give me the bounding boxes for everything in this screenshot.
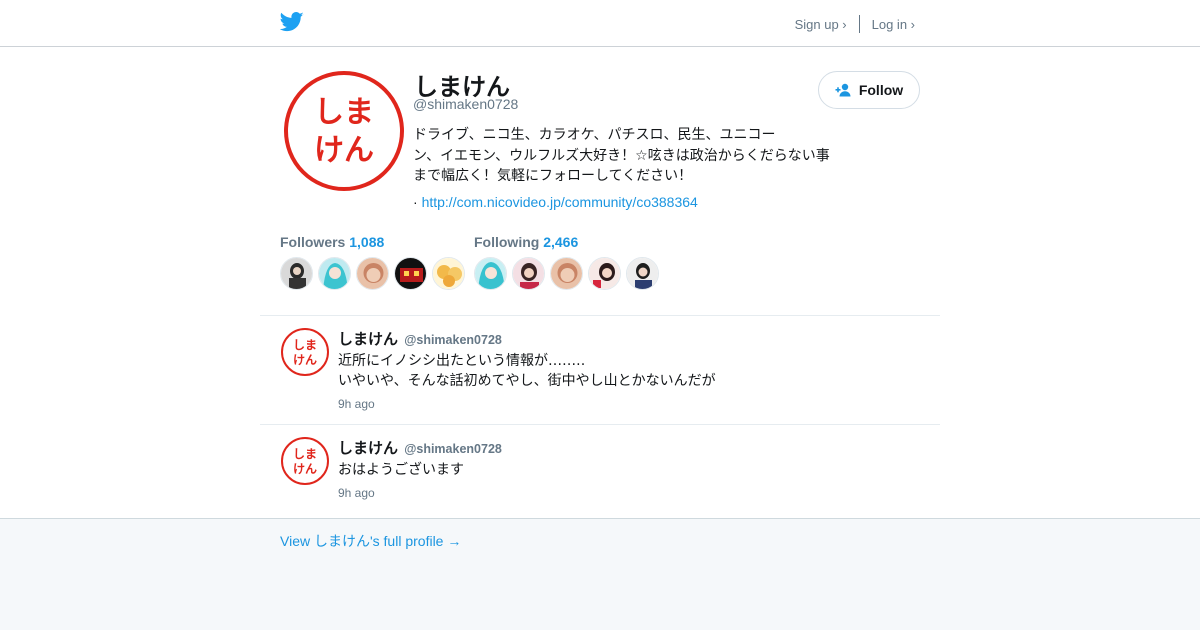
avatar-stamp-top: しま [314, 95, 374, 130]
footer: View しまけん's full profile → [0, 518, 1200, 630]
profile-avatar[interactable]: しま けん [283, 70, 405, 192]
tweet-divider [260, 424, 940, 425]
following-label: Following [474, 234, 540, 250]
top-bar: Sign up › Log in › [0, 0, 1200, 47]
avatar-stamp-bottom: けん [314, 133, 374, 168]
tweet-text: 近所にイノシシ出たという情報が‥‥‥‥ いやいや、そんな話初めてやし、街中やし山… [338, 350, 716, 390]
add-user-icon [835, 83, 851, 97]
tweet-author-name: しまけん [338, 440, 399, 457]
followers-avatars [280, 257, 470, 290]
bio-line: ン、イエモン、ウルフルズ大好き！☆呟きは政治からくだらない事 [413, 146, 830, 163]
following-count: 2,466 [543, 234, 579, 250]
following-avatar[interactable] [550, 257, 583, 290]
tweet-author[interactable]: しまけん @shimaken0728 [338, 437, 502, 458]
following-avatar[interactable] [512, 257, 545, 290]
signup-link[interactable]: Sign up › [795, 17, 847, 32]
svg-text:けん: けん [293, 462, 317, 476]
follower-avatar[interactable] [394, 257, 427, 290]
tweet-author-handle: @shimaken0728 [404, 333, 502, 347]
follow-label: Follow [858, 82, 904, 98]
tweet-author[interactable]: しまけん @shimaken0728 [338, 328, 502, 349]
profile-bio: ドライブ、ニコ生、カラオケ、パチスロ、民生、ユニコー ン、イエモン、ウルフルズ大… [413, 124, 843, 186]
follower-avatar[interactable] [432, 257, 465, 290]
tweet-avatar[interactable]: しま けん [280, 436, 330, 486]
bio-line: ドライブ、ニコ生、カラオケ、パチスロ、民生、ユニコー [413, 126, 776, 142]
tweet-timestamp[interactable]: 9h ago [338, 486, 375, 500]
following-avatar[interactable] [588, 257, 621, 290]
login-link[interactable]: Log in › [872, 17, 915, 32]
follow-button[interactable]: Follow [818, 71, 920, 109]
following-stat[interactable]: Following 2,466 [474, 234, 578, 250]
tweet-text: おはようございます [338, 459, 464, 479]
tweet-timestamp[interactable]: 9h ago [338, 397, 375, 411]
profile-url-line: · http://com.nicovideo.jp/community/co38… [413, 194, 698, 210]
follower-avatar[interactable] [356, 257, 389, 290]
followers-stat[interactable]: Followers 1,088 [280, 234, 384, 250]
divider [858, 15, 860, 33]
follower-avatar[interactable] [318, 257, 351, 290]
follower-avatar[interactable] [280, 257, 313, 290]
following-avatars [474, 257, 664, 290]
tweet-avatar[interactable]: しま けん [280, 327, 330, 377]
tweet-line: いやいや、そんな話初めてやし、街中やし山とかないんだが [338, 372, 716, 388]
svg-text:しま: しま [293, 338, 317, 352]
followers-label: Followers [280, 234, 346, 250]
url-bullet: · [413, 194, 422, 210]
tweet-line: おはようございます [338, 461, 464, 477]
followers-count: 1,088 [349, 234, 385, 250]
following-avatar[interactable] [474, 257, 507, 290]
timeline-divider [260, 315, 940, 316]
tweet-line: 近所にイノシシ出たという情報が‥‥‥‥ [338, 352, 586, 368]
svg-text:けん: けん [293, 353, 317, 367]
twitter-bird-icon[interactable] [280, 11, 304, 33]
following-avatar[interactable] [626, 257, 659, 290]
profile-url-link[interactable]: http://com.nicovideo.jp/community/co3883… [422, 194, 698, 210]
bio-line: まで幅広く！気軽にフォローしてください！ [413, 167, 693, 183]
svg-text:しま: しま [293, 447, 317, 461]
tweet-author-name: しまけん [338, 331, 399, 348]
tweet-author-handle: @shimaken0728 [404, 442, 502, 456]
profile-handle: @shimaken0728 [413, 96, 519, 112]
top-links: Sign up › Log in › [795, 15, 915, 33]
full-profile-link[interactable]: View しまけん's full profile → [280, 531, 461, 551]
